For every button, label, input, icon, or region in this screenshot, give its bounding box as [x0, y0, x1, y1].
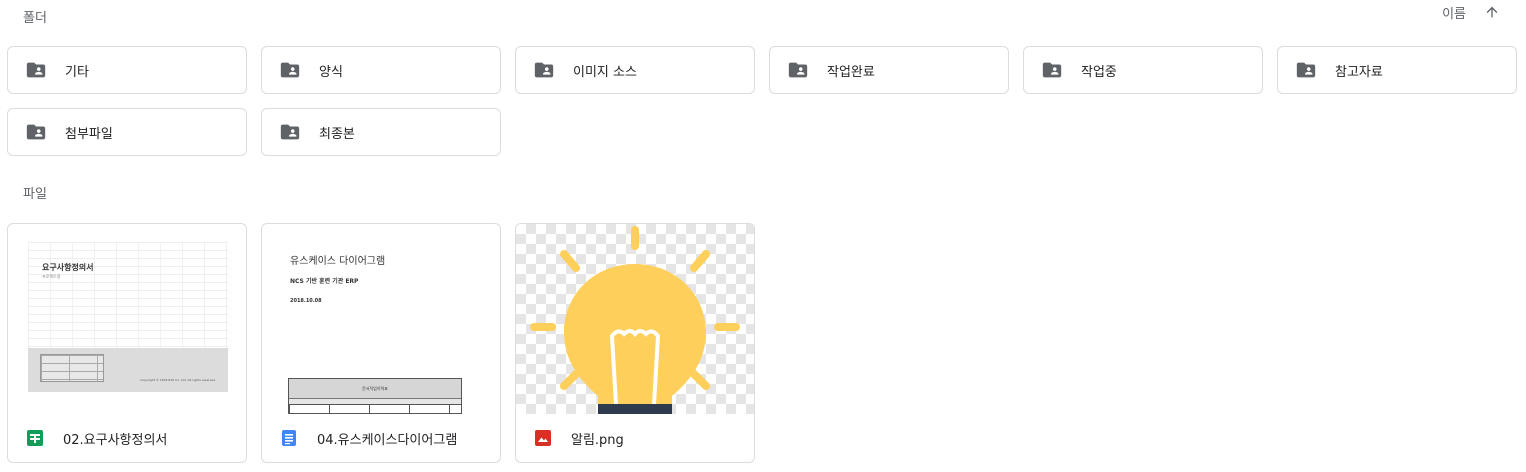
folder-card[interactable]: 작업중: [1023, 46, 1263, 94]
shared-folder-icon: [279, 59, 301, 81]
folder-card[interactable]: 최종본: [261, 108, 501, 156]
image-file-icon: [535, 430, 551, 446]
google-sheets-icon: [27, 430, 43, 446]
files-section-label: 파일: [23, 187, 47, 202]
preview-table-title: 문서작업이력표: [362, 386, 388, 391]
file-name: 04.유스케이스다이어그램: [317, 432, 458, 448]
folder-card[interactable]: 이미지 소스: [515, 46, 755, 94]
file-footer: 04.유스케이스다이어그램: [262, 414, 500, 462]
lightbulb-image: [530, 226, 740, 414]
folder-grid: 기타 양식 이미지 소스 작업완료 작업중 참고자료 첨부파일 최종본: [7, 46, 1517, 156]
preview-history-table: 문서작업이력표: [288, 378, 462, 414]
shared-folder-icon: [25, 121, 47, 143]
file-name: 알림.png: [571, 432, 624, 448]
folder-name: 이미지 소스: [573, 64, 637, 80]
preview-subtitle: 프로젝트명: [42, 274, 61, 279]
file-card[interactable]: 알림.png: [515, 223, 755, 463]
drive-folder-view: 폴더 이름 기타 양식 이미지 소스 작업완료 작업중 참고자료 첨부파일 최종…: [0, 0, 1526, 472]
preview-subtitle: NCS 기반 훈련 기관 ERP: [290, 278, 359, 285]
folders-section-label: 폴더: [23, 11, 47, 26]
shared-folder-icon: [25, 59, 47, 81]
folder-card[interactable]: 첨부파일: [7, 108, 247, 156]
preview-title: 요구사항정의서: [42, 263, 94, 272]
preview-table-row: [289, 404, 461, 413]
file-card[interactable]: 유스케이스 다이어그램 NCS 기반 훈련 기관 ERP 2018.10.08 …: [261, 223, 501, 463]
file-thumbnail: [516, 224, 754, 414]
preview-title: 유스케이스 다이어그램: [290, 256, 386, 267]
file-name: 02.요구사항정의서: [63, 432, 168, 448]
folder-name: 작업중: [1081, 64, 1117, 80]
file-card[interactable]: 요구사항정의서 프로젝트명 Copyright © 2018 Edit Co. …: [7, 223, 247, 463]
google-docs-icon: [281, 430, 297, 446]
preview-mini-table: [40, 354, 104, 382]
folder-name: 최종본: [319, 126, 355, 142]
folder-name: 참고자료: [1335, 64, 1383, 80]
folder-card[interactable]: 양식: [261, 46, 501, 94]
sort-by-name-button[interactable]: 이름: [1442, 3, 1466, 22]
preview-date: 2018.10.08: [290, 298, 322, 304]
file-grid: 요구사항정의서 프로젝트명 Copyright © 2018 Edit Co. …: [7, 223, 755, 463]
folder-name: 기타: [65, 64, 89, 80]
file-thumbnail: 요구사항정의서 프로젝트명 Copyright © 2018 Edit Co. …: [8, 224, 246, 414]
file-footer: 알림.png: [516, 414, 754, 462]
folder-name: 작업완료: [827, 64, 875, 80]
spreadsheet-preview: 요구사항정의서 프로젝트명 Copyright © 2018 Edit Co. …: [28, 242, 228, 392]
file-thumbnail: 유스케이스 다이어그램 NCS 기반 훈련 기관 ERP 2018.10.08 …: [262, 224, 500, 414]
folder-card[interactable]: 작업완료: [769, 46, 1009, 94]
shared-folder-icon: [1041, 59, 1063, 81]
arrow-up-icon[interactable]: [1482, 2, 1502, 22]
shared-folder-icon: [533, 59, 555, 81]
folder-name: 양식: [319, 64, 343, 80]
shared-folder-icon: [1295, 59, 1317, 81]
sort-control: 이름: [1442, 2, 1502, 22]
folder-card[interactable]: 참고자료: [1277, 46, 1517, 94]
folder-name: 첨부파일: [65, 126, 113, 142]
shared-folder-icon: [279, 121, 301, 143]
shared-folder-icon: [787, 59, 809, 81]
file-footer: 02.요구사항정의서: [8, 414, 246, 462]
folder-card[interactable]: 기타: [7, 46, 247, 94]
preview-copyright: Copyright © 2018 Edit Co. Ltd. All right…: [140, 378, 216, 382]
